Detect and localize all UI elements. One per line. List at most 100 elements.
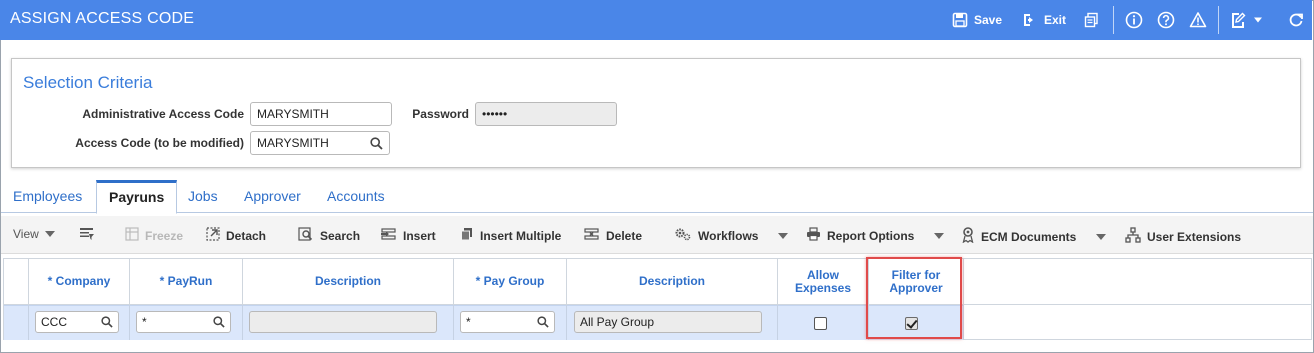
filter-for-approver-column-header[interactable]: Filter for Approver (869, 259, 964, 305)
user-extensions-label: User Extensions (1147, 229, 1242, 244)
refresh-button[interactable] (1287, 10, 1305, 30)
admin-access-code-label: Administrative Access Code (82, 107, 244, 121)
access-code-field[interactable]: MARYSMITH (250, 131, 390, 155)
freeze-button[interactable]: Freeze (125, 227, 183, 244)
access-code-value: MARYSMITH (257, 136, 329, 150)
view-menu[interactable]: View (13, 227, 55, 241)
save-button[interactable]: Save (951, 10, 1002, 30)
company-value: CCC (41, 315, 67, 329)
exit-button[interactable]: Exit (1021, 10, 1066, 30)
tab-jobs[interactable]: Jobs (176, 180, 230, 213)
tab-accounts[interactable]: Accounts (315, 180, 397, 213)
toolbar-divider (1113, 6, 1114, 34)
search-icon[interactable] (101, 316, 113, 331)
report-options-label: Report Options (827, 228, 915, 243)
column-settings-icon (79, 227, 95, 244)
payrun-value: * (142, 315, 147, 329)
chevron-down-icon (1252, 11, 1264, 29)
freeze-icon (125, 227, 139, 244)
alert-button[interactable] (1189, 10, 1207, 30)
filter-for-approver-header-line1: Filter for (891, 267, 941, 282)
pay-group-description-field[interactable]: All Pay Group (574, 311, 762, 333)
title-bar: ASSIGN ACCESS CODE Save Exit (0, 0, 1312, 40)
access-code-label: Access Code (to be modified) (75, 136, 244, 150)
search-label: Search (320, 228, 361, 243)
pay-group-description-column-header[interactable]: Description (567, 259, 778, 305)
password-label: Password (412, 107, 469, 121)
print-window-button[interactable] (1083, 10, 1101, 30)
selection-criteria-panel: Selection Criteria Administrative Access… (11, 58, 1301, 168)
panel-title: Selection Criteria (23, 73, 153, 92)
delete-row-icon (584, 227, 600, 244)
search-icon[interactable] (370, 137, 383, 153)
gears-icon (674, 227, 692, 244)
workflows-label: Workflows (698, 228, 759, 243)
column-settings-button[interactable] (79, 227, 95, 244)
exit-label: Exit (1044, 13, 1067, 27)
admin-access-code-field[interactable]: MARYSMITH (250, 102, 392, 126)
description-field[interactable] (249, 311, 437, 333)
info-button[interactable] (1125, 10, 1143, 30)
tab-strip: Employees Payruns Jobs Approver Accounts (1, 180, 1313, 214)
insert-button[interactable]: Insert (381, 227, 436, 244)
pay-group-column-header[interactable]: * Pay Group (454, 259, 567, 305)
detach-button[interactable]: Detach (206, 227, 266, 244)
chevron-down-icon (1096, 233, 1107, 240)
printer-icon (806, 227, 821, 244)
delete-button[interactable]: Delete (584, 227, 642, 244)
info-icon (1125, 11, 1143, 29)
ecm-documents-label: ECM Documents (981, 229, 1077, 244)
allow-expenses-column-header[interactable]: Allow Expenses (778, 259, 869, 305)
allow-expenses-checkbox[interactable] (814, 317, 827, 330)
toolbar-divider (1218, 6, 1219, 34)
detach-icon (206, 227, 220, 244)
company-column-header[interactable]: * Company (29, 259, 130, 305)
grid-toolbar: View Freeze Detach Search Insert Insert … (1, 216, 1313, 254)
search-button[interactable]: Search (298, 227, 360, 244)
payrun-input[interactable]: * (136, 311, 231, 333)
pay-group-input[interactable]: * (460, 311, 555, 333)
window-title: ASSIGN ACCESS CODE (10, 10, 195, 27)
tab-payruns[interactable]: Payruns (96, 180, 178, 214)
insert-multiple-label: Insert Multiple (480, 228, 562, 243)
description-column-header[interactable]: Description (243, 259, 454, 305)
save-icon (951, 11, 969, 29)
chevron-down-icon (934, 232, 945, 239)
detach-label: Detach (226, 228, 267, 243)
help-button[interactable] (1157, 10, 1175, 30)
search-icon (298, 227, 314, 244)
password-field[interactable]: •••••• (475, 102, 617, 126)
report-options-menu[interactable]: Report Options (806, 227, 945, 244)
pay-group-value: * (466, 315, 471, 329)
warning-icon (1189, 11, 1207, 29)
row-selector[interactable] (4, 305, 29, 340)
save-label: Save (974, 13, 1003, 27)
chevron-down-icon (44, 231, 55, 237)
help-icon (1157, 11, 1175, 29)
edit-menu-button[interactable] (1229, 10, 1264, 30)
tab-approver[interactable]: Approver (232, 180, 313, 213)
header-filler (964, 259, 1311, 305)
view-label: View (13, 227, 39, 241)
allow-expenses-header-line2: Expenses (794, 280, 852, 295)
refresh-icon (1287, 11, 1305, 29)
user-extensions-button[interactable]: User Extensions (1125, 227, 1241, 246)
chevron-down-icon (778, 232, 789, 239)
ecm-documents-menu[interactable]: ECM Documents (961, 227, 1107, 246)
hierarchy-icon (1125, 227, 1141, 246)
search-icon[interactable] (537, 316, 549, 331)
search-icon[interactable] (213, 316, 225, 331)
exit-icon (1021, 11, 1039, 29)
insert-row-icon (381, 227, 397, 244)
payruns-grid: * Company * PayRun Description * Pay Gro… (3, 258, 1312, 340)
filter-for-approver-checkbox[interactable] (905, 317, 918, 330)
workflows-menu[interactable]: Workflows (674, 227, 789, 244)
tab-employees[interactable]: Employees (1, 180, 94, 213)
insert-label: Insert (403, 228, 436, 243)
insert-multiple-icon (460, 227, 474, 244)
company-input[interactable]: CCC (35, 311, 119, 333)
insert-multiple-button[interactable]: Insert Multiple (460, 227, 561, 244)
edit-icon (1229, 11, 1247, 29)
payrun-column-header[interactable]: * PayRun (130, 259, 243, 305)
ecm-documents-icon (961, 227, 975, 246)
